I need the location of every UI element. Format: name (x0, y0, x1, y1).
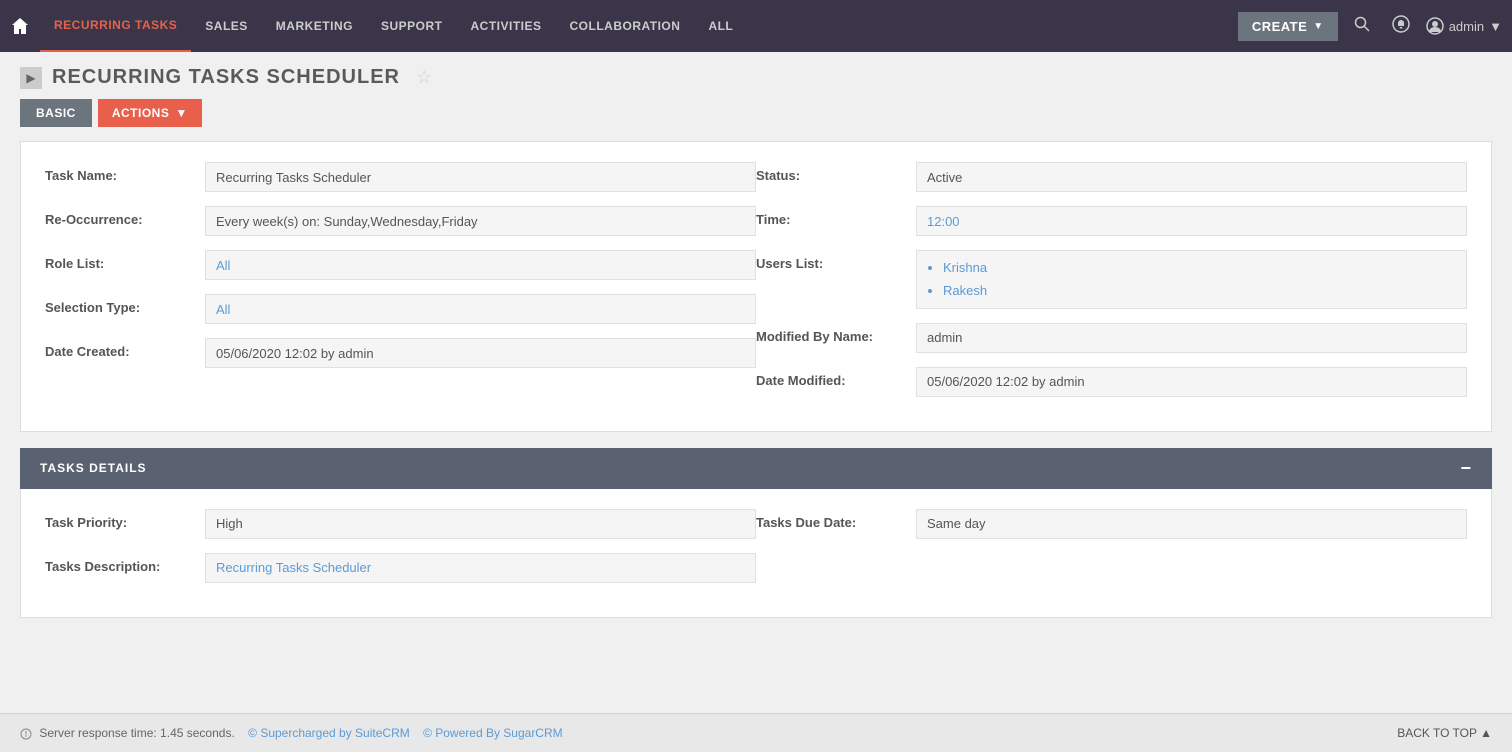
tasks-description-value: Recurring Tasks Scheduler (205, 553, 756, 583)
nav-item-all[interactable]: ALL (694, 0, 747, 52)
task-priority-value: High (205, 509, 756, 539)
user-krishna[interactable]: Krishna (943, 256, 1456, 279)
nav-items: RECURRING TASKS SALES MARKETING SUPPORT … (40, 0, 1238, 52)
server-response: Server response time: 1.45 seconds. (20, 726, 238, 740)
actions-button[interactable]: ACTIONS ▼ (98, 99, 202, 127)
actions-label: ACTIONS (112, 106, 170, 120)
users-list-row: Users List: Krishna Rakesh (756, 250, 1467, 309)
tasks-left-column: Task Priority: High Tasks Description: R… (45, 509, 756, 597)
play-button[interactable]: ▶ (20, 67, 42, 89)
left-column: Task Name: Recurring Tasks Scheduler Re-… (45, 162, 756, 411)
modified-by-row: Modified By Name: admin (756, 323, 1467, 353)
reoccurrence-row: Re-Occurrence: Every week(s) on: Sunday,… (45, 206, 756, 236)
time-value: 12:00 (916, 206, 1467, 236)
admin-label: admin (1449, 19, 1484, 34)
tasks-due-date-value: Same day (916, 509, 1467, 539)
nav-item-sales[interactable]: SALES (191, 0, 262, 52)
task-priority-label: Task Priority: (45, 509, 205, 530)
nav-item-marketing[interactable]: MARKETING (262, 0, 367, 52)
date-modified-row: Date Modified: 05/06/2020 12:02 by admin (756, 367, 1467, 397)
selection-type-label: Selection Type: (45, 294, 205, 315)
tasks-due-date-row: Tasks Due Date: Same day (756, 509, 1467, 539)
fields-grid: Task Name: Recurring Tasks Scheduler Re-… (45, 162, 1467, 411)
nav-item-support[interactable]: SUPPORT (367, 0, 457, 52)
nav-item-recurring-tasks[interactable]: RECURRING TASKS (40, 0, 191, 52)
reoccurrence-label: Re-Occurrence: (45, 206, 205, 227)
selection-type-row: Selection Type: All (45, 294, 756, 324)
modified-by-label: Modified By Name: (756, 323, 916, 344)
footer-left: Server response time: 1.45 seconds. © Su… (20, 726, 563, 740)
role-list-label: Role List: (45, 250, 205, 271)
user-dropdown-arrow: ▼ (1489, 19, 1502, 34)
favorite-star-icon[interactable]: ☆ (416, 67, 432, 88)
footer: Server response time: 1.45 seconds. © Su… (0, 713, 1512, 752)
date-modified-label: Date Modified: (756, 367, 916, 388)
date-created-value: 05/06/2020 12:02 by admin (205, 338, 756, 368)
powered-link[interactable]: © Powered By SugarCRM (423, 726, 563, 740)
nav-item-collaboration[interactable]: COLLABORATION (556, 0, 695, 52)
tasks-description-label: Tasks Description: (45, 553, 205, 574)
page-title: RECURRING TASKS SCHEDULER (52, 66, 400, 89)
tasks-description-row: Tasks Description: Recurring Tasks Sched… (45, 553, 756, 583)
collapse-button[interactable]: − (1460, 458, 1472, 479)
bell-icon[interactable] (1386, 11, 1416, 42)
tasks-right-column: Tasks Due Date: Same day (756, 509, 1467, 597)
users-list-value: Krishna Rakesh (916, 250, 1467, 309)
status-value: Active (916, 162, 1467, 192)
date-modified-value: 05/06/2020 12:02 by admin (916, 367, 1467, 397)
tasks-due-date-label: Tasks Due Date: (756, 509, 916, 530)
task-name-row: Task Name: Recurring Tasks Scheduler (45, 162, 756, 192)
role-list-value: All (205, 250, 756, 280)
date-created-row: Date Created: 05/06/2020 12:02 by admin (45, 338, 756, 368)
page-title-bar: ▶ RECURRING TASKS SCHEDULER ☆ (0, 52, 1512, 99)
right-column: Status: Active Time: 12:00 Users List: K… (756, 162, 1467, 411)
tasks-details-section-header: TASKS DETAILS − (20, 448, 1492, 489)
supercharged-link[interactable]: © Supercharged by SuiteCRM (248, 726, 410, 740)
nav-right: CREATE ▼ admin ▼ (1238, 11, 1502, 42)
modified-by-value: admin (916, 323, 1467, 353)
tasks-details-card: Task Priority: High Tasks Description: R… (20, 489, 1492, 618)
nav-item-activities[interactable]: ACTIVITIES (456, 0, 555, 52)
task-priority-row: Task Priority: High (45, 509, 756, 539)
time-label: Time: (756, 206, 916, 227)
create-button[interactable]: CREATE ▼ (1238, 12, 1338, 41)
basic-button[interactable]: BASIC (20, 99, 92, 127)
task-name-value: Recurring Tasks Scheduler (205, 162, 756, 192)
page-content: ▶ RECURRING TASKS SCHEDULER ☆ BASIC ACTI… (0, 52, 1512, 654)
button-bar: BASIC ACTIONS ▼ (0, 99, 1512, 141)
users-list-label: Users List: (756, 250, 916, 271)
user-rakesh[interactable]: Rakesh (943, 279, 1456, 302)
create-label: CREATE (1252, 19, 1307, 34)
search-icon[interactable] (1348, 12, 1376, 41)
status-label: Status: (756, 162, 916, 183)
selection-type-value: All (205, 294, 756, 324)
home-button[interactable] (10, 16, 30, 36)
reoccurrence-value: Every week(s) on: Sunday,Wednesday,Frida… (205, 206, 756, 236)
tasks-fields-grid: Task Priority: High Tasks Description: R… (45, 509, 1467, 597)
date-created-label: Date Created: (45, 338, 205, 359)
top-navigation: RECURRING TASKS SALES MARKETING SUPPORT … (0, 0, 1512, 52)
time-row: Time: 12:00 (756, 206, 1467, 236)
tasks-details-title: TASKS DETAILS (40, 461, 147, 475)
actions-dropdown-arrow: ▼ (175, 106, 187, 120)
task-name-label: Task Name: (45, 162, 205, 183)
create-dropdown-arrow: ▼ (1313, 21, 1323, 32)
role-list-row: Role List: All (45, 250, 756, 280)
user-menu[interactable]: admin ▼ (1426, 17, 1502, 35)
status-row: Status: Active (756, 162, 1467, 192)
back-to-top-button[interactable]: BACK TO TOP ▲ (1397, 726, 1492, 740)
main-info-card: Task Name: Recurring Tasks Scheduler Re-… (20, 141, 1492, 432)
